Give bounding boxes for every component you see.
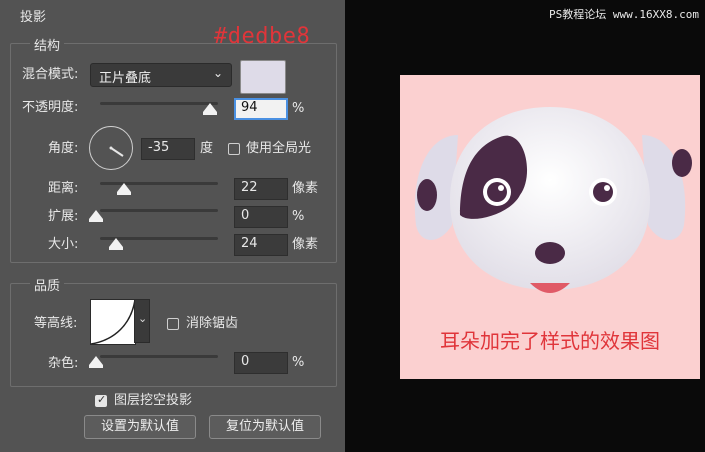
- opacity-input[interactable]: 94: [234, 98, 288, 120]
- angle-unit: 度: [200, 141, 214, 156]
- preview-image: 耳朵加完了样式的效果图: [400, 75, 700, 379]
- contour-dropdown-button[interactable]: ⌄: [134, 299, 150, 343]
- size-unit: 像素: [292, 237, 319, 252]
- antialias-checkbox[interactable]: [167, 318, 179, 330]
- blend-mode-label: 混合模式:: [22, 67, 79, 82]
- preview-caption: 耳朵加完了样式的效果图: [440, 329, 660, 353]
- opacity-slider-track[interactable]: [100, 102, 218, 105]
- reset-default-button[interactable]: 复位为默认值: [209, 415, 321, 439]
- quality-title: 品质: [30, 275, 65, 294]
- global-light-label: 使用全局光: [246, 141, 312, 156]
- spread-input[interactable]: 0: [234, 206, 288, 228]
- contour-curve-icon: [90, 299, 136, 345]
- noise-slider-track[interactable]: [100, 355, 218, 358]
- blend-mode-value: 正片叠底: [99, 71, 152, 86]
- size-slider-handle[interactable]: [109, 238, 123, 250]
- antialias-label: 消除锯齿: [186, 316, 239, 331]
- spread-label: 扩展:: [48, 209, 79, 224]
- distance-input[interactable]: 22: [234, 178, 288, 200]
- knockout-label: 图层挖空投影: [114, 393, 193, 408]
- structure-title: 结构: [30, 35, 65, 54]
- opacity-slider-handle[interactable]: [203, 103, 217, 115]
- watermark-text: PS教程论坛 www.16XX8.com: [549, 8, 699, 21]
- angle-indicator-icon: [109, 146, 124, 157]
- noise-input[interactable]: 0: [234, 352, 288, 374]
- opacity-unit: %: [292, 101, 305, 116]
- chevron-down-icon: ⌄: [212, 66, 223, 80]
- blend-mode-select[interactable]: 正片叠底 ⌄: [90, 63, 232, 87]
- noise-label: 杂色:: [48, 356, 79, 371]
- layer-style-panel: 投影 结构 #dedbe8 混合模式: 正片叠底 ⌄ 不透明度: 94 % 角度…: [0, 0, 345, 452]
- distance-unit: 像素: [292, 181, 319, 196]
- angle-dial[interactable]: [89, 126, 133, 170]
- chevron-down-icon: ⌄: [138, 312, 148, 325]
- set-default-button[interactable]: 设置为默认值: [84, 415, 196, 439]
- angle-label: 角度:: [48, 141, 79, 156]
- distance-slider-handle[interactable]: [117, 183, 131, 195]
- size-input[interactable]: 24: [234, 234, 288, 256]
- distance-label: 距离:: [48, 181, 79, 196]
- section-title-drop-shadow: 投影: [20, 10, 47, 25]
- knockout-checkbox[interactable]: [95, 393, 107, 407]
- opacity-label: 不透明度:: [22, 100, 79, 115]
- global-light-checkbox[interactable]: [228, 143, 240, 155]
- size-label: 大小:: [48, 237, 79, 252]
- spread-slider-track[interactable]: [100, 209, 218, 212]
- noise-unit: %: [292, 355, 305, 370]
- spread-unit: %: [292, 209, 305, 224]
- angle-input[interactable]: -35: [141, 138, 195, 160]
- noise-slider-handle[interactable]: [89, 356, 103, 368]
- contour-preview[interactable]: [90, 299, 136, 345]
- puppy-illustration: [414, 107, 692, 293]
- shadow-color-swatch[interactable]: [240, 60, 286, 94]
- spread-slider-handle[interactable]: [89, 210, 103, 222]
- hex-annotation: #dedbe8: [214, 24, 311, 49]
- contour-label: 等高线:: [34, 316, 78, 331]
